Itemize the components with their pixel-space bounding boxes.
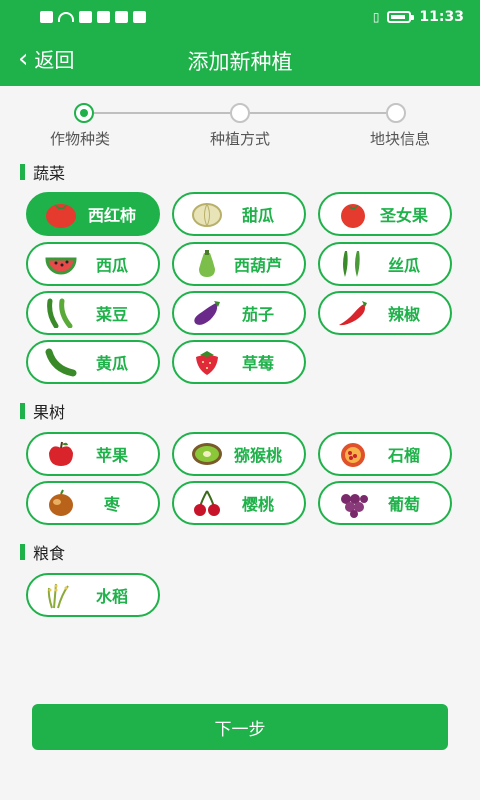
play-app-icon xyxy=(133,11,146,23)
luffa-icon xyxy=(336,249,370,279)
crop-chip-tomato[interactable]: 西红柿 xyxy=(26,192,160,236)
tomato-icon xyxy=(44,199,78,229)
chip-label: 苹果 xyxy=(95,446,128,465)
crop-chip-grape[interactable]: 葡萄 xyxy=(318,481,452,525)
next-step-button[interactable]: 下一步 xyxy=(32,704,448,750)
status-notification-icons xyxy=(40,11,146,23)
search-app-icon xyxy=(79,11,92,23)
status-time: 11:33 xyxy=(419,9,464,25)
app-header: ▯ 11:33 ‹ 返回 添加新种植 xyxy=(0,0,480,86)
section-title-vegetables: 蔬菜 xyxy=(20,160,65,184)
kiwi-icon xyxy=(190,439,224,469)
page-title: 添加新种植 xyxy=(187,50,293,74)
stepper: 作物种类 种植方式 地块信息 xyxy=(0,96,480,156)
section-marker xyxy=(20,403,25,419)
crop-chip-cherry[interactable]: 樱桃 xyxy=(172,481,306,525)
section-title-text: 蔬菜 xyxy=(33,164,66,183)
step-dot-1 xyxy=(74,103,94,123)
crop-chip-cucumber[interactable]: 黄瓜 xyxy=(26,340,160,384)
chip-label: 黄瓜 xyxy=(95,354,128,373)
chip-label: 圣女果 xyxy=(379,206,428,225)
cherry-icon xyxy=(190,488,224,518)
section-title-grain: 粮食 xyxy=(20,540,65,564)
strawberry-icon xyxy=(190,347,224,377)
step-connector xyxy=(94,112,230,114)
chili-icon xyxy=(336,298,370,328)
crop-chip-rice[interactable]: 水稻 xyxy=(26,573,160,617)
crop-chip-luffa[interactable]: 丝瓜 xyxy=(318,242,452,286)
step-connector xyxy=(250,112,386,114)
pomegranate-icon xyxy=(336,439,370,469)
book-app-icon xyxy=(97,11,110,23)
step-label-2: 种植方式 xyxy=(209,130,270,148)
vibrate-icon: ▯ xyxy=(372,10,380,24)
chip-label: 樱桃 xyxy=(241,495,274,514)
section-title-fruit-trees: 果树 xyxy=(20,399,65,423)
chip-label: 菜豆 xyxy=(95,305,128,324)
chip-label: 茄子 xyxy=(241,305,274,324)
chip-label: 草莓 xyxy=(241,354,274,373)
grape-icon xyxy=(336,488,370,518)
rice-icon xyxy=(44,580,78,610)
step-dot-3 xyxy=(386,103,406,123)
step-label-3: 地块信息 xyxy=(369,130,430,148)
crop-chip-zucchini[interactable]: 西葫芦 xyxy=(172,242,306,286)
shield-app-icon xyxy=(115,11,128,23)
nav-bar: ‹ 返回 添加新种植 xyxy=(0,40,480,80)
chip-label: 枣 xyxy=(103,495,120,514)
chip-label: 丝瓜 xyxy=(387,256,420,275)
cherry-tomato-icon xyxy=(336,199,370,229)
crop-chip-cherry-tomato[interactable]: 圣女果 xyxy=(318,192,452,236)
crop-chip-bean[interactable]: 菜豆 xyxy=(26,291,160,335)
chip-label: 猕猴桃 xyxy=(233,446,282,465)
crop-chip-apple[interactable]: 苹果 xyxy=(26,432,160,476)
crop-chip-watermelon[interactable]: 西瓜 xyxy=(26,242,160,286)
melon-icon xyxy=(190,199,224,229)
crop-chip-melon[interactable]: 甜瓜 xyxy=(172,192,306,236)
crop-chip-kiwi[interactable]: 猕猴桃 xyxy=(172,432,306,476)
crop-chip-chili[interactable]: 辣椒 xyxy=(318,291,452,335)
section-marker xyxy=(20,164,25,180)
watermelon-icon xyxy=(44,249,78,279)
jujube-icon xyxy=(44,488,78,518)
chip-label: 西葫芦 xyxy=(233,256,282,275)
crop-chip-strawberry[interactable]: 草莓 xyxy=(172,340,306,384)
apple-icon xyxy=(44,439,78,469)
zucchini-icon xyxy=(190,249,224,279)
eggplant-icon xyxy=(190,298,224,328)
alert-icon xyxy=(40,11,53,23)
chip-label: 甜瓜 xyxy=(241,206,274,225)
chip-label: 西红柿 xyxy=(87,206,136,225)
crop-chip-pomegranate[interactable]: 石榴 xyxy=(318,432,452,476)
step-dot-2 xyxy=(230,103,250,123)
wifi-icon xyxy=(58,12,74,22)
section-marker xyxy=(20,544,25,560)
crop-chip-jujube[interactable]: 枣 xyxy=(26,481,160,525)
status-bar: ▯ 11:33 xyxy=(0,0,480,34)
chip-label: 石榴 xyxy=(387,446,420,465)
section-title-text: 果树 xyxy=(33,403,66,422)
step-label-1: 作物种类 xyxy=(49,130,110,148)
section-title-text: 粮食 xyxy=(33,544,66,563)
chip-label: 葡萄 xyxy=(387,495,420,514)
cucumber-icon xyxy=(44,347,78,377)
status-system-icons: ▯ 11:33 xyxy=(373,9,464,25)
crop-chip-eggplant[interactable]: 茄子 xyxy=(172,291,306,335)
chip-label: 西瓜 xyxy=(95,256,128,275)
battery-icon xyxy=(387,11,415,23)
bean-icon xyxy=(44,298,78,328)
chip-label: 辣椒 xyxy=(387,305,420,324)
chip-label: 水稻 xyxy=(95,587,128,606)
